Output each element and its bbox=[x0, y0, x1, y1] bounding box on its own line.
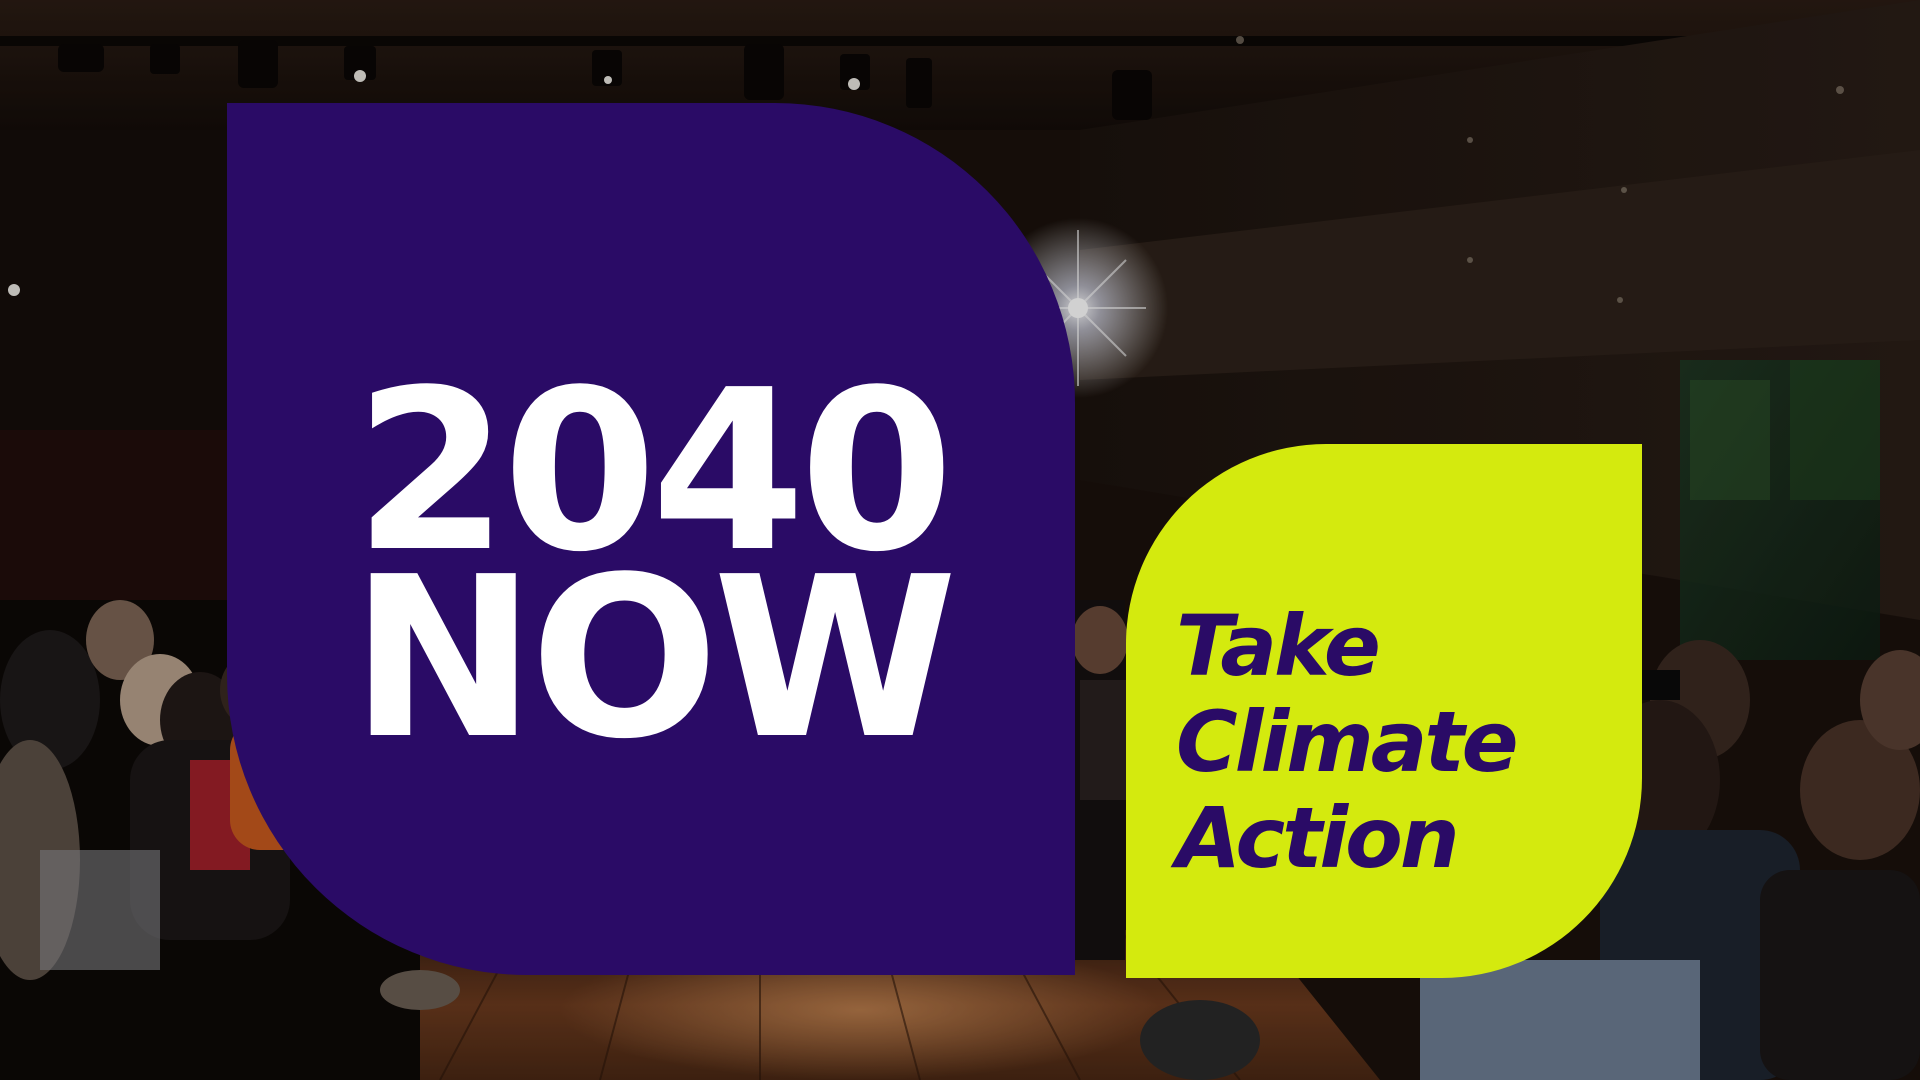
take-climate-action-tile: Take Climate Action bbox=[1126, 444, 1642, 978]
tagline-line-take: Take bbox=[1176, 597, 1381, 695]
logo-line-now: NOW bbox=[350, 530, 957, 788]
tagline-line-action: Action bbox=[1176, 789, 1460, 887]
tagline-line-climate: Climate bbox=[1176, 693, 1519, 791]
2040-now-logo-tile: 2040 NOW bbox=[227, 103, 1075, 975]
